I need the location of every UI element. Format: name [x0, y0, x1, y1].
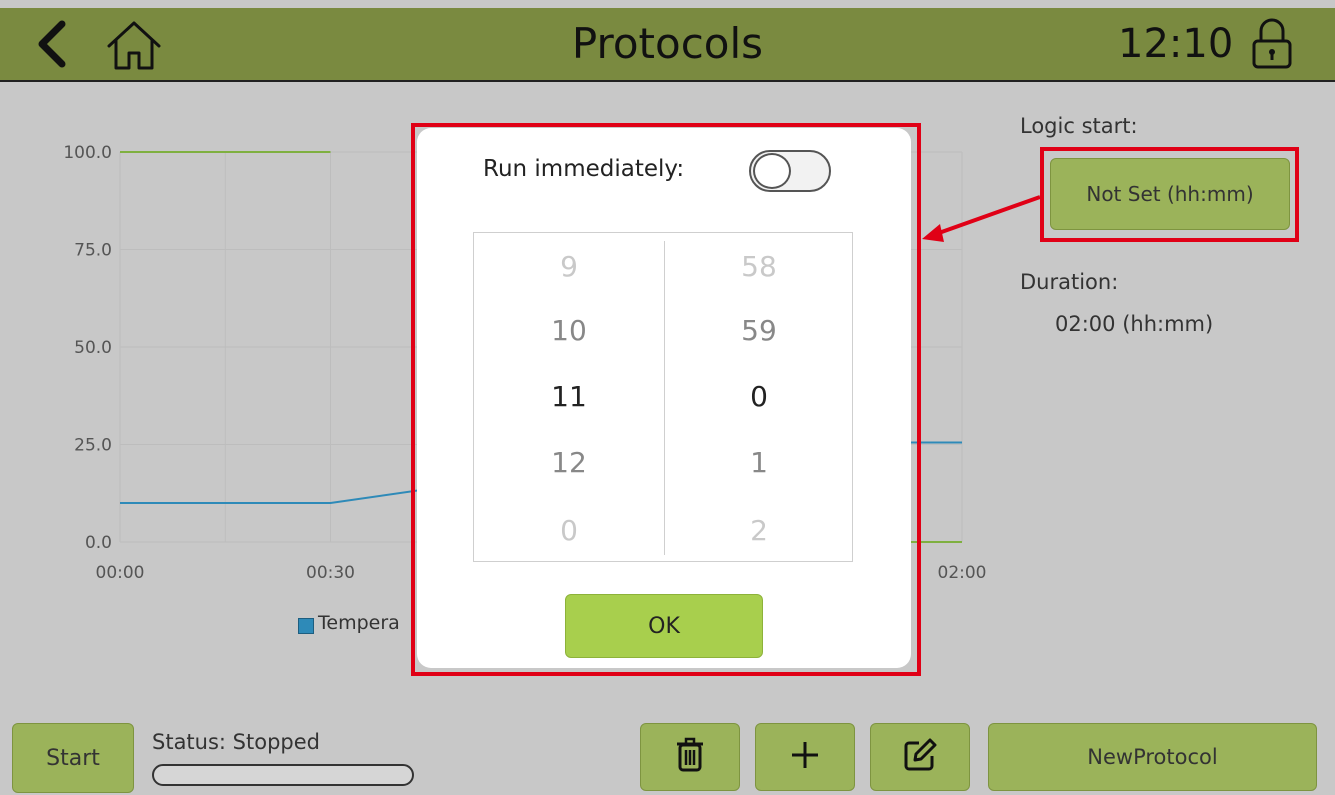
protocol-name-button[interactable]: NewProtocol: [988, 723, 1317, 791]
protocols-screen: Protocols 12:10 0.0 25.0 50.0 75.0 100.0 00:0…: [0, 0, 1335, 795]
start-button[interactable]: Start: [12, 723, 134, 793]
delete-button[interactable]: [640, 723, 740, 791]
dialog-highlight: [411, 123, 921, 676]
plus-icon: [789, 739, 821, 775]
status-label: Status: Stopped: [152, 730, 320, 754]
edit-button[interactable]: [870, 723, 970, 791]
edit-icon: [903, 738, 937, 776]
add-button[interactable]: [755, 723, 855, 791]
trash-icon: [675, 737, 705, 777]
progress-bar: [152, 764, 414, 786]
